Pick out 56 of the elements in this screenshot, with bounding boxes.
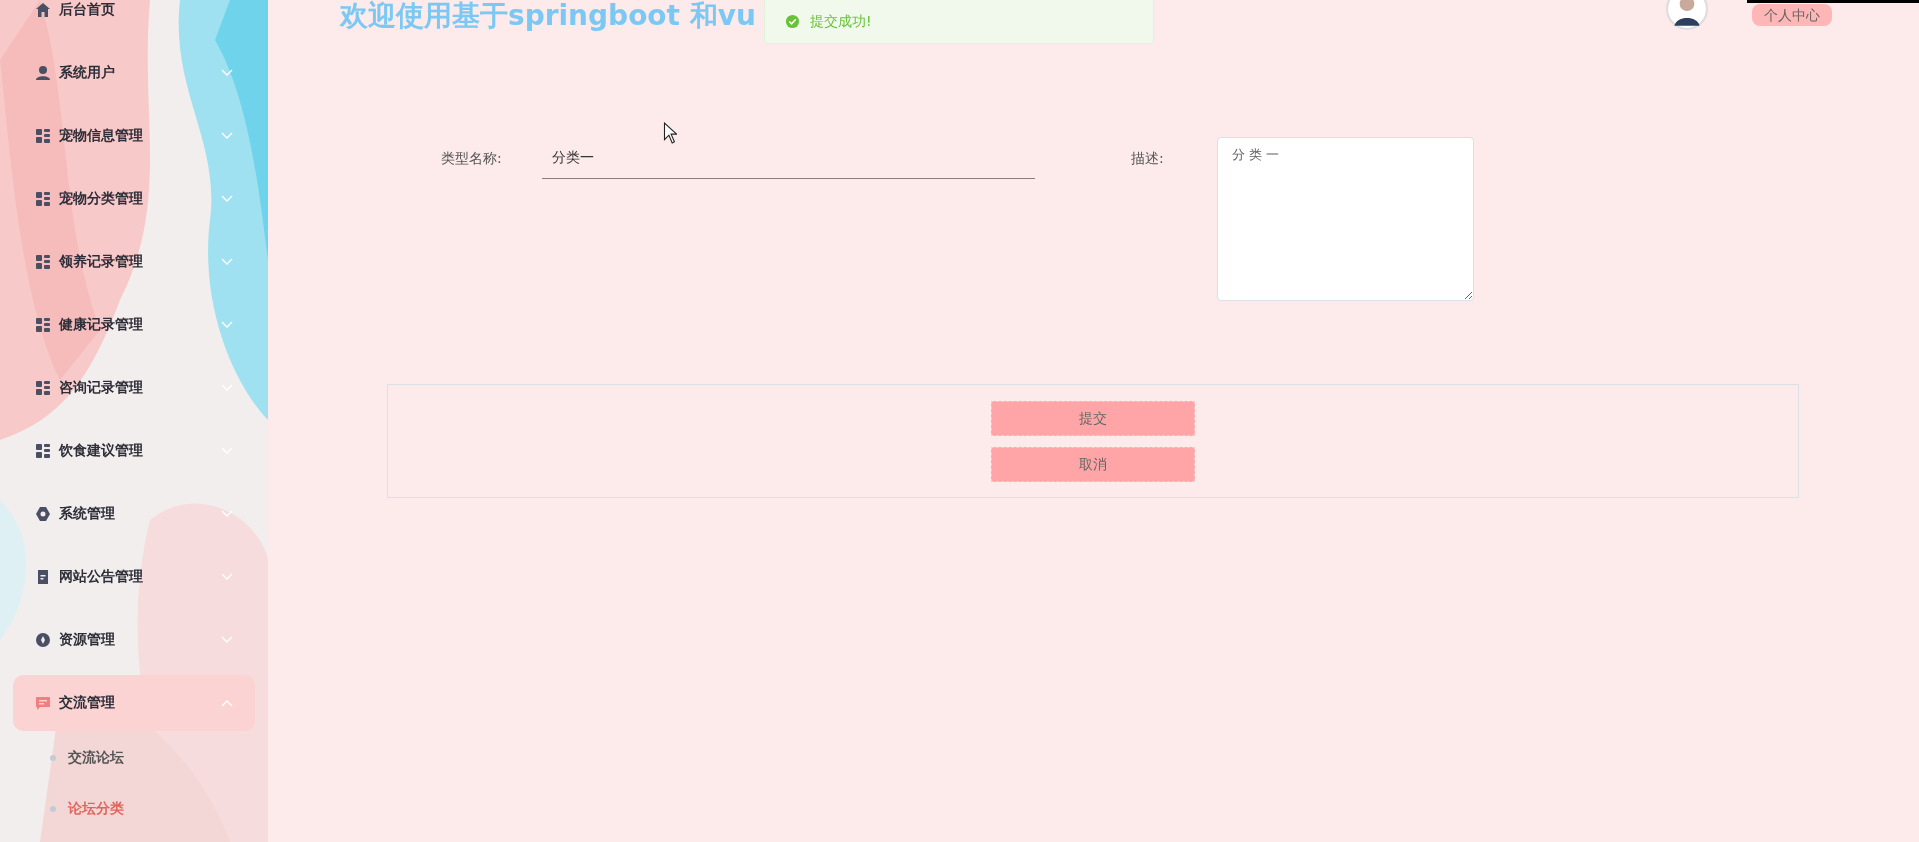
menu-label: 宠物分类管理 xyxy=(59,190,143,208)
menu-item[interactable]: 健康记录管理 xyxy=(13,297,255,353)
textarea-field[interactable]: 分 类 一 xyxy=(1217,137,1474,301)
chevron-down-icon xyxy=(221,69,233,77)
grid-icon xyxy=(35,191,51,207)
menu-label: 宠物信息管理 xyxy=(59,127,143,145)
menu-item[interactable]: 系统用户 xyxy=(13,45,255,101)
menu-item[interactable]: 资源管理 xyxy=(13,612,255,668)
chat-icon xyxy=(35,695,51,711)
chevron-down-icon xyxy=(221,321,233,329)
menu-label: 交流管理 xyxy=(59,694,115,712)
settings-icon xyxy=(35,506,51,522)
menu-item[interactable]: 系统管理 xyxy=(13,486,255,542)
menu-item[interactable]: 宠物信息管理 xyxy=(13,108,255,164)
menu-item[interactable]: 领养记录管理 xyxy=(13,234,255,290)
avatar-icon[interactable] xyxy=(1666,0,1708,30)
user-icon xyxy=(35,65,51,81)
menu-label: 资源管理 xyxy=(59,631,115,649)
check-circle-icon xyxy=(784,14,800,29)
home-icon xyxy=(35,2,51,18)
menu-item[interactable]: 咨询记录管理 xyxy=(13,360,255,416)
grid-icon xyxy=(35,254,51,270)
menu-item[interactable]: 网站公告管理 xyxy=(13,549,255,605)
chevron-down-icon xyxy=(221,195,233,203)
menu-item[interactable]: 宠物分类管理 xyxy=(13,171,255,227)
chevron-up-icon xyxy=(221,699,233,707)
field-label: 类型名称: xyxy=(441,149,503,168)
toast-message: 提交成功! xyxy=(809,12,872,31)
submenu-item[interactable]: 交流论坛 xyxy=(50,738,124,778)
document-icon xyxy=(35,569,51,585)
grid-icon xyxy=(35,443,51,459)
menu-label: 领养记录管理 xyxy=(59,253,143,271)
chevron-down-icon xyxy=(221,258,233,266)
cursor-icon xyxy=(663,122,677,144)
menu-item[interactable]: 交流管理 xyxy=(13,675,255,731)
chevron-down-icon xyxy=(221,636,233,644)
menu-label: 网站公告管理 xyxy=(59,568,143,586)
menu-item[interactable]: 饮食建议管理 xyxy=(13,423,255,479)
grid-icon xyxy=(35,128,51,144)
menu-label: 后台首页 xyxy=(59,1,115,19)
chevron-down-icon xyxy=(221,132,233,140)
chevron-down-icon xyxy=(221,573,233,581)
chevron-down-icon xyxy=(221,510,233,518)
menu-item[interactable]: 后台首页 xyxy=(13,0,255,20)
menu-label: 系统管理 xyxy=(59,505,115,523)
field-label: 描述: xyxy=(1131,149,1165,168)
menu-label: 健康记录管理 xyxy=(59,316,143,334)
menu-label: 系统用户 xyxy=(59,64,115,82)
grid-icon xyxy=(35,317,51,333)
page-title: 欢迎使用基于springboot 和vu xyxy=(340,0,756,32)
grid-icon xyxy=(35,380,51,396)
compass-icon xyxy=(35,632,51,648)
input-field[interactable]: 分类一 xyxy=(542,137,1035,179)
menu-label: 咨询记录管理 xyxy=(59,379,143,397)
menu-label: 饮食建议管理 xyxy=(59,442,143,460)
profile-button[interactable]: 个人中心 xyxy=(1752,4,1832,26)
